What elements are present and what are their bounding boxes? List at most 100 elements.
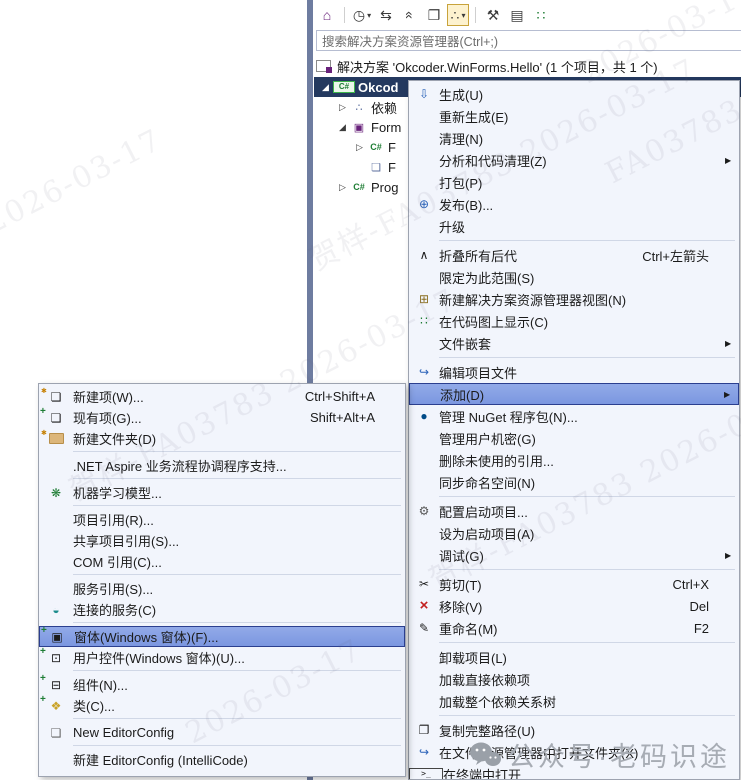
tree-expander-icon[interactable]: ▷	[335, 102, 350, 113]
cut-scissors-icon: ✂	[418, 577, 430, 591]
menu-item-rebuild[interactable]: 重新生成(E)	[409, 105, 739, 127]
user-control-icon: ⊡	[39, 645, 73, 665]
submenu-item-new-folder[interactable]: 新建文件夹(D)	[39, 427, 405, 449]
toolbar-preview-button[interactable]: ❐	[423, 4, 445, 26]
collapse-descendants-icon: ∧	[419, 248, 429, 262]
submenu-item-service-reference[interactable]: 服务引用(S)...	[39, 578, 405, 599]
submenu-arrow-icon: ▶	[725, 338, 732, 348]
toolbar-code-map-button[interactable]: ∷	[530, 4, 552, 26]
menu-item-file-nesting[interactable]: 文件嵌套 ▶	[409, 332, 739, 354]
submenu-item-new-editorconfig[interactable]: ❏ New EditorConfig	[39, 722, 405, 743]
submenu-item-winform[interactable]: ▣ 窗体(Windows 窗体)(F)...	[39, 624, 405, 647]
submenu-item-project-reference[interactable]: 项目引用(R)...	[39, 509, 405, 530]
solution-icon	[316, 60, 332, 73]
dropdown-caret-icon: ▾	[367, 10, 372, 20]
gear-icon: ⚙	[418, 504, 430, 518]
separator	[73, 478, 401, 479]
menu-item-show-on-code-map[interactable]: ∷ 在代码图上显示(C)	[409, 310, 739, 332]
menu-item-edit-project-file[interactable]: ↪ 编辑项目文件	[409, 361, 739, 383]
existing-item-icon: ❏	[39, 405, 73, 425]
document-icon: ❏	[50, 725, 62, 740]
separator	[439, 715, 735, 716]
menu-item-open-in-terminal[interactable]: >_ 在终端中打开	[409, 763, 739, 779]
tree-expander-icon[interactable]: ▷	[335, 182, 350, 193]
separator	[73, 574, 401, 575]
search-placeholder: 搜索解决方案资源管理器(Ctrl+;)	[322, 35, 499, 49]
separator	[73, 745, 401, 746]
menu-shortcut: Ctrl+Shift+A	[304, 389, 375, 404]
dependencies-icon: ∴	[355, 101, 363, 114]
tree-expander-icon[interactable]: ◢	[335, 122, 350, 133]
csharp-file-icon: C#	[353, 182, 365, 192]
add-to-code-map-icon: ∷	[536, 6, 546, 23]
toolbar-show-all-files-button[interactable]: ▤	[506, 4, 528, 26]
submenu-item-ml-model[interactable]: ❋ 机器学习模型...	[39, 482, 405, 503]
winform-icon: ▣	[40, 624, 74, 644]
menu-item-manage-user-secrets[interactable]: 管理用户机密(G)	[409, 427, 739, 449]
connected-services-icon: ◒	[52, 602, 60, 617]
separator	[344, 7, 345, 23]
menu-item-publish[interactable]: ⊕ 发布(B)...	[409, 193, 739, 215]
menu-shortcut: Ctrl+X	[672, 576, 709, 592]
menu-item-collapse-descendants[interactable]: ∧ 折叠所有后代 Ctrl+左箭头	[409, 244, 739, 266]
submenu-item-user-control[interactable]: ⊡ 用户控件(Windows 窗体)(U)...	[39, 645, 405, 668]
copy-path-icon: ❐	[418, 723, 430, 737]
rename-icon: ✎	[418, 621, 430, 635]
separator	[73, 451, 401, 452]
menu-item-analyze-cleanup[interactable]: 分析和代码清理(Z) ▶	[409, 149, 739, 171]
submenu-item-new-editorconfig-intellicode[interactable]: 新建 EditorConfig (IntelliCode)	[39, 749, 405, 770]
menu-item-scope-to-this[interactable]: 限定为此范围(S)	[409, 266, 739, 288]
build-icon: ⇩	[418, 87, 430, 101]
new-item-icon: ❏	[39, 385, 73, 404]
edit-project-file-icon: ↪	[418, 365, 430, 379]
search-input[interactable]: 搜索解决方案资源管理器(Ctrl+;) ▾	[316, 30, 741, 51]
tree-item-label: 依赖	[371, 100, 398, 116]
winforms-form-icon: ▣	[353, 121, 365, 134]
menu-item-copy-full-path[interactable]: ❐ 复制完整路径(U)	[409, 719, 739, 741]
toolbar-pending-filter-button[interactable]: ◷ ▾	[351, 4, 373, 26]
menu-item-build[interactable]: ⇩ 生成(U)	[409, 83, 739, 105]
sync-with-active-document-icon: ⇆	[380, 6, 392, 23]
toolbar-collapse-all-button[interactable]: «	[399, 4, 421, 26]
menu-item-debug[interactable]: 调试(G) ▶	[409, 544, 739, 566]
menu-item-set-as-startup[interactable]: 设为启动项目(A)	[409, 522, 739, 544]
menu-item-new-solution-explorer-view[interactable]: ⊞ 新建解决方案资源管理器视图(N)	[409, 288, 739, 310]
menu-item-clean[interactable]: 清理(N)	[409, 127, 739, 149]
submenu-item-aspire-support[interactable]: .NET Aspire 业务流程协调程序支持...	[39, 455, 405, 476]
menu-item-cut[interactable]: ✂ 剪切(T) Ctrl+X	[409, 573, 739, 595]
tree-expander-icon[interactable]: ▷	[352, 142, 367, 153]
toolbar-home-button[interactable]: ⌂	[316, 4, 338, 26]
project-context-menu: ⇩ 生成(U) 重新生成(E) 清理(N) 分析和代码清理(Z) ▶ 打包(P)…	[408, 80, 740, 780]
submenu-item-component[interactable]: ⊟ 组件(N)...	[39, 672, 405, 695]
menu-item-upgrade[interactable]: 升级	[409, 215, 739, 237]
menu-item-load-direct-dependencies[interactable]: 加载直接依赖项	[409, 668, 739, 690]
submenu-item-com-reference[interactable]: COM 引用(C)...	[39, 551, 405, 572]
menu-item-remove[interactable]: × 移除(V) Del	[409, 595, 739, 617]
menu-item-open-folder-in-explorer[interactable]: ↪ 在文件资源管理器中打开文件夹(X)	[409, 741, 739, 763]
menu-item-configure-startup[interactable]: ⚙ 配置启动项目...	[409, 500, 739, 522]
menu-item-load-entire-dependency-tree[interactable]: 加载整个依赖关系树	[409, 690, 739, 712]
tree-expander-icon[interactable]: ◢	[318, 82, 333, 93]
separator	[73, 505, 401, 506]
menu-item-sync-namespaces[interactable]: 同步命名空间(N)	[409, 471, 739, 493]
submenu-item-new-item[interactable]: ❏ 新建项(W)... Ctrl+Shift+A	[39, 385, 405, 407]
menu-item-manage-nuget[interactable]: ● 管理 NuGet 程序包(N)...	[409, 405, 739, 427]
submenu-item-shared-project-reference[interactable]: 共享项目引用(S)...	[39, 530, 405, 551]
submenu-item-connected-services[interactable]: ◒ 连接的服务(C)	[39, 599, 405, 620]
machine-learning-icon: ❋	[50, 485, 62, 500]
csharp-project-icon: C#	[333, 81, 355, 93]
csharp-file-icon: C#	[370, 142, 382, 152]
menu-item-pack[interactable]: 打包(P)	[409, 171, 739, 193]
submenu-item-class[interactable]: ❖ 类(C)...	[39, 693, 405, 716]
solution-home-icon: ⌂	[322, 7, 332, 23]
submenu-item-existing-item[interactable]: ❏ 现有项(G)... Shift+Alt+A	[39, 405, 405, 428]
menu-item-unload-project[interactable]: 卸载项目(L)	[409, 646, 739, 668]
menu-item-rename[interactable]: ✎ 重命名(M) F2	[409, 617, 739, 639]
solution-root-row[interactable]: 解决方案 'Okcoder.WinForms.Hello' (1 个项目，共 1…	[316, 56, 658, 76]
menu-item-remove-unused-references[interactable]: 删除未使用的引用...	[409, 449, 739, 471]
solution-label: 解决方案 'Okcoder.WinForms.Hello' (1 个项目，共 1…	[337, 59, 658, 75]
toolbar-track-active-button[interactable]: ∴ ▾	[447, 4, 469, 26]
toolbar-properties-button[interactable]: ⚒	[482, 4, 504, 26]
toolbar-sync-button[interactable]: ⇆	[375, 4, 397, 26]
menu-item-add[interactable]: 添加(D) ▶	[409, 383, 739, 405]
